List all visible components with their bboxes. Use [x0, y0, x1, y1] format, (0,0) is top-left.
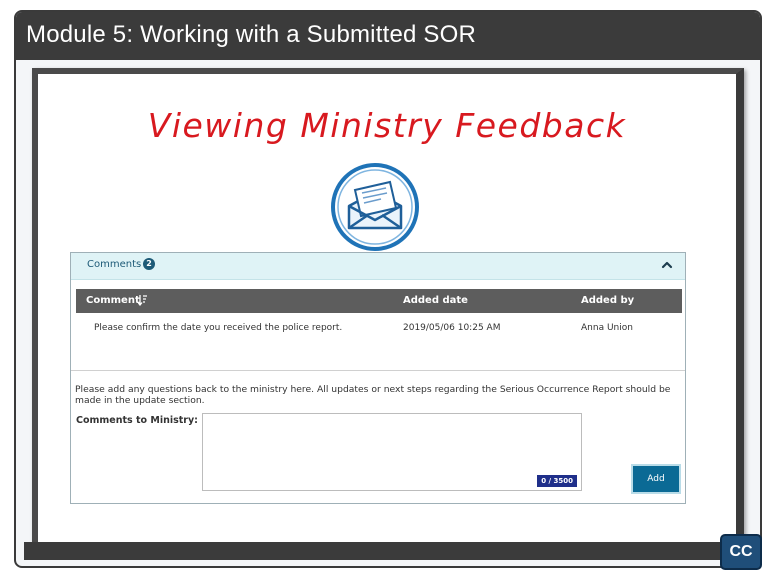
- bottom-bar: [24, 542, 748, 560]
- comments-title: Comments: [87, 259, 142, 270]
- character-counter: 0 / 3500: [537, 475, 577, 487]
- module-title: Module 5: Working with a Submitted SOR: [26, 21, 477, 48]
- slide-frame: Module 5: Working with a Submitted SOR V…: [14, 10, 762, 568]
- comments-table-header: Comment Added date Added by: [76, 289, 682, 313]
- comments-to-ministry-label: Comments to Ministry:: [76, 415, 198, 426]
- comments-panel: Comments 2 Comment Added date Added by P…: [70, 252, 686, 504]
- instructions-text: Please add any questions back to the min…: [75, 384, 671, 406]
- comments-panel-header[interactable]: Comments 2: [71, 253, 685, 280]
- chevron-up-icon[interactable]: [661, 259, 673, 271]
- column-header-comment[interactable]: Comment: [86, 295, 140, 306]
- comments-to-ministry-textarea[interactable]: 0 / 3500: [202, 413, 582, 491]
- add-comment-button[interactable]: Add: [631, 464, 681, 494]
- added-by-cell: Anna Union: [581, 323, 633, 333]
- added-date-cell: 2019/05/06 10:25 AM: [403, 323, 501, 333]
- column-header-added-by[interactable]: Added by: [581, 295, 634, 306]
- open-envelope-icon: [331, 163, 419, 251]
- closed-captions-button[interactable]: CC: [720, 534, 762, 570]
- content-frame: Viewing Ministry Feedback Comments 2 Com…: [32, 68, 744, 542]
- title-bar: Module 5: Working with a Submitted SOR: [16, 12, 760, 60]
- comments-count-badge: 2: [143, 258, 155, 270]
- page-heading: Viewing Ministry Feedback: [147, 106, 627, 145]
- sort-descending-icon[interactable]: [138, 294, 147, 306]
- comment-text: Please confirm the date you received the…: [94, 323, 343, 333]
- column-header-added-date[interactable]: Added date: [403, 295, 468, 306]
- section-divider: [71, 370, 685, 371]
- table-row: Please confirm the date you received the…: [76, 313, 682, 343]
